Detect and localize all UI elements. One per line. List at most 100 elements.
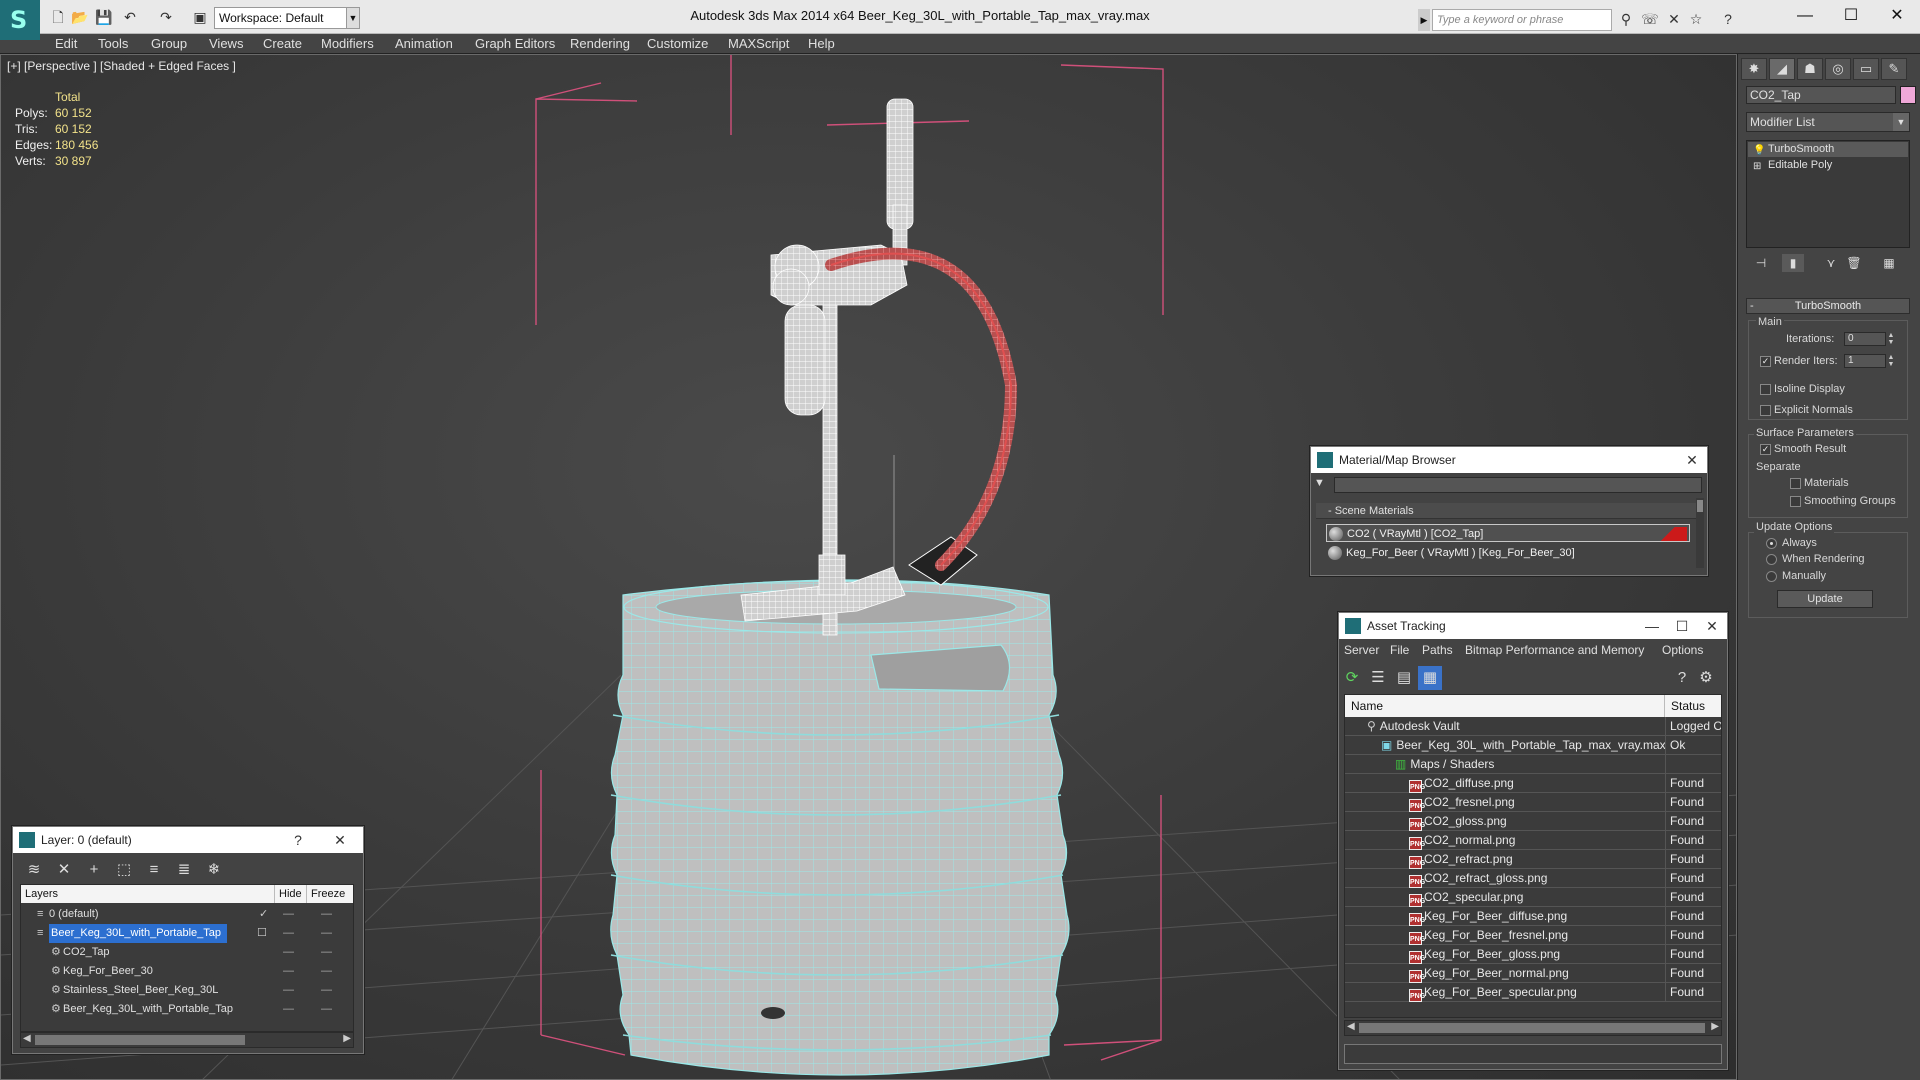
lightbulb-icon[interactable]: 💡	[1753, 143, 1765, 158]
table-row[interactable]: PNGKeg_For_Beer_normal.png Found	[1345, 964, 1721, 983]
help-icon[interactable]: ?	[283, 827, 313, 853]
smoothing-groups-checkbox[interactable]	[1790, 496, 1801, 507]
update-button[interactable]: Update	[1777, 590, 1873, 608]
menu-group[interactable]: Group	[151, 34, 187, 54]
new-file-icon[interactable]: 🗋	[48, 7, 68, 27]
hide-toggle-icon[interactable]: —	[283, 924, 294, 943]
isoline-display-checkbox[interactable]	[1760, 384, 1771, 395]
settings-icon[interactable]: ⚙	[1694, 666, 1718, 690]
always-radio[interactable]	[1766, 538, 1777, 549]
spinner-arrows-icon[interactable]: ▲ ▼	[1886, 354, 1896, 368]
table-row[interactable]: ⚲Autodesk Vault Logged Out	[1345, 717, 1721, 736]
create-tab-icon[interactable]: ✸	[1741, 58, 1767, 80]
exchange-icon[interactable]: ✕	[1664, 9, 1684, 29]
freeze-toggle-icon[interactable]: —	[321, 924, 332, 943]
binoculars-icon[interactable]: ⚲	[1616, 9, 1636, 29]
hide-toggle-icon[interactable]: —	[283, 981, 294, 1000]
scroll-left-icon[interactable]: ◀	[1347, 1021, 1355, 1032]
modify-tab-icon[interactable]: ◢	[1769, 58, 1795, 80]
favorites-star-icon[interactable]: ☆	[1686, 9, 1706, 29]
object-name-field[interactable]: CO2_Tap	[1746, 86, 1896, 104]
table-row[interactable]: PNGCO2_normal.png Found	[1345, 831, 1721, 850]
active-layer-check-icon[interactable]: ✓	[259, 905, 268, 924]
asset-menu-paths[interactable]: Paths	[1422, 640, 1453, 660]
iterations-spinner[interactable]: 0	[1844, 332, 1886, 346]
set-current-layer-icon[interactable]: ☐	[257, 924, 267, 943]
expand-plus-icon[interactable]: ⊞	[1753, 159, 1761, 174]
freeze-toggle-icon[interactable]: —	[321, 905, 332, 924]
smooth-result-checkbox[interactable]: ✓	[1760, 444, 1771, 455]
filter-dropdown-icon[interactable]: ▼	[1314, 477, 1325, 489]
asset-tracking-titlebar[interactable]: Asset Tracking — ☐ ✕	[1339, 613, 1727, 639]
project-folder-icon[interactable]: ▣	[190, 7, 210, 27]
grid-view-icon[interactable]: ▦	[1418, 666, 1442, 690]
menu-maxscript[interactable]: MAXScript	[728, 34, 789, 54]
hide-toggle-icon[interactable]: —	[283, 1000, 294, 1019]
table-row[interactable]: PNGKeg_For_Beer_diffuse.png Found	[1345, 907, 1721, 926]
menu-customize[interactable]: Customize	[647, 34, 708, 54]
open-file-icon[interactable]: 📂	[70, 7, 90, 27]
list-view-icon[interactable]: ☰	[1366, 666, 1390, 690]
spinner-arrows-icon[interactable]: ▲ ▼	[1886, 332, 1896, 346]
asset-menu-bitmap-performance[interactable]: Bitmap Performance and Memory	[1465, 640, 1644, 660]
scene-materials-section[interactable]: - Scene Materials	[1316, 503, 1696, 519]
layer-row[interactable]: ⚙ Keg_For_Beer_30 — —	[21, 962, 353, 981]
column-header-hide[interactable]: Hide	[275, 885, 307, 903]
table-row[interactable]: ▥ Maps / Shaders	[1345, 755, 1721, 774]
minimize-icon[interactable]: —	[1637, 613, 1667, 639]
table-row[interactable]: PNGCO2_specular.png Found	[1345, 888, 1721, 907]
column-header-status[interactable]: Status	[1665, 695, 1721, 717]
table-row[interactable]: PNGCO2_fresnel.png Found	[1345, 793, 1721, 812]
save-file-icon[interactable]: 💾	[94, 7, 114, 27]
utilities-tab-icon[interactable]: ✎	[1881, 58, 1907, 80]
column-header-freeze[interactable]: Freeze	[307, 885, 353, 903]
scroll-right-icon[interactable]: ▶	[343, 1033, 351, 1044]
workspace-menu-icon[interactable]: ▼	[346, 7, 360, 29]
when-rendering-radio[interactable]	[1766, 554, 1777, 565]
menu-rendering[interactable]: Rendering	[570, 34, 630, 54]
asset-menu-server[interactable]: Server	[1344, 640, 1379, 660]
table-row[interactable]: PNGCO2_refract_gloss.png Found	[1345, 869, 1721, 888]
material-item-keg[interactable]: Keg_For_Beer ( VRayMtl ) [Keg_For_Beer_3…	[1326, 544, 1690, 562]
display-tab-icon[interactable]: ▭	[1853, 58, 1879, 80]
help-icon[interactable]: ?	[1670, 666, 1694, 690]
menu-help[interactable]: Help	[808, 34, 835, 54]
table-row[interactable]: ▣ Beer_Keg_30L_with_Portable_Tap_max_vray…	[1345, 736, 1721, 755]
asset-menu-file[interactable]: File	[1390, 640, 1409, 660]
layer-row[interactable]: ⚙ Beer_Keg_30L_with_Portable_Tap — —	[21, 1000, 353, 1019]
menu-views[interactable]: Views	[209, 34, 243, 54]
maximize-icon[interactable]: ☐	[1828, 0, 1874, 32]
modifier-list-dropdown[interactable]: Modifier List ▼	[1746, 112, 1910, 132]
communication-icon[interactable]: ☏	[1640, 9, 1660, 29]
layer-horizontal-scrollbar[interactable]: ◀ ▶	[20, 1032, 354, 1048]
scroll-left-icon[interactable]: ◀	[23, 1033, 31, 1044]
material-item-co2[interactable]: CO2 ( VRayMtl ) [CO2_Tap]	[1326, 524, 1690, 542]
layer-manager-titlebar[interactable]: Layer: 0 (default) ? ✕	[13, 827, 363, 853]
maximize-icon[interactable]: ☐	[1667, 613, 1697, 639]
asset-status-field[interactable]	[1344, 1044, 1722, 1064]
redo-icon[interactable]: ↷	[156, 7, 176, 27]
column-header-name[interactable]: Name	[1345, 695, 1665, 717]
workspace-dropdown[interactable]: Workspace: Default ▼	[214, 7, 360, 29]
motion-tab-icon[interactable]: ◎	[1825, 58, 1851, 80]
table-row[interactable]: PNGKeg_For_Beer_specular.png Found	[1345, 983, 1721, 1002]
freeze-toggle-icon[interactable]: —	[321, 1000, 332, 1019]
app-logo-icon[interactable]: S	[0, 0, 40, 40]
layer-row[interactable]: ⚙ CO2_Tap — —	[21, 943, 353, 962]
close-icon[interactable]: ✕	[325, 827, 355, 853]
show-end-result-icon[interactable]: ▮	[1782, 254, 1804, 272]
hide-toggle-icon[interactable]: —	[283, 943, 294, 962]
layer-row[interactable]: ⚙ Stainless_Steel_Beer_Keg_30L — —	[21, 981, 353, 1000]
menu-animation[interactable]: Animation	[395, 34, 453, 54]
remove-modifier-icon[interactable]: 🗑	[1843, 254, 1865, 272]
asset-menu-options[interactable]: Options	[1662, 640, 1703, 660]
select-layer-icon[interactable]: ≡	[142, 858, 166, 882]
render-iters-checkbox[interactable]: ✓	[1760, 356, 1771, 367]
select-objects-icon[interactable]: ⬚	[112, 858, 136, 882]
hide-toggle-icon[interactable]: —	[283, 905, 294, 924]
material-scrollbar[interactable]	[1696, 498, 1704, 568]
freeze-toggle-icon[interactable]: —	[321, 962, 332, 981]
refresh-icon[interactable]: ⟳	[1340, 666, 1364, 690]
undo-icon[interactable]: ↶	[120, 7, 140, 27]
add-to-layer-icon[interactable]: +	[82, 858, 106, 882]
